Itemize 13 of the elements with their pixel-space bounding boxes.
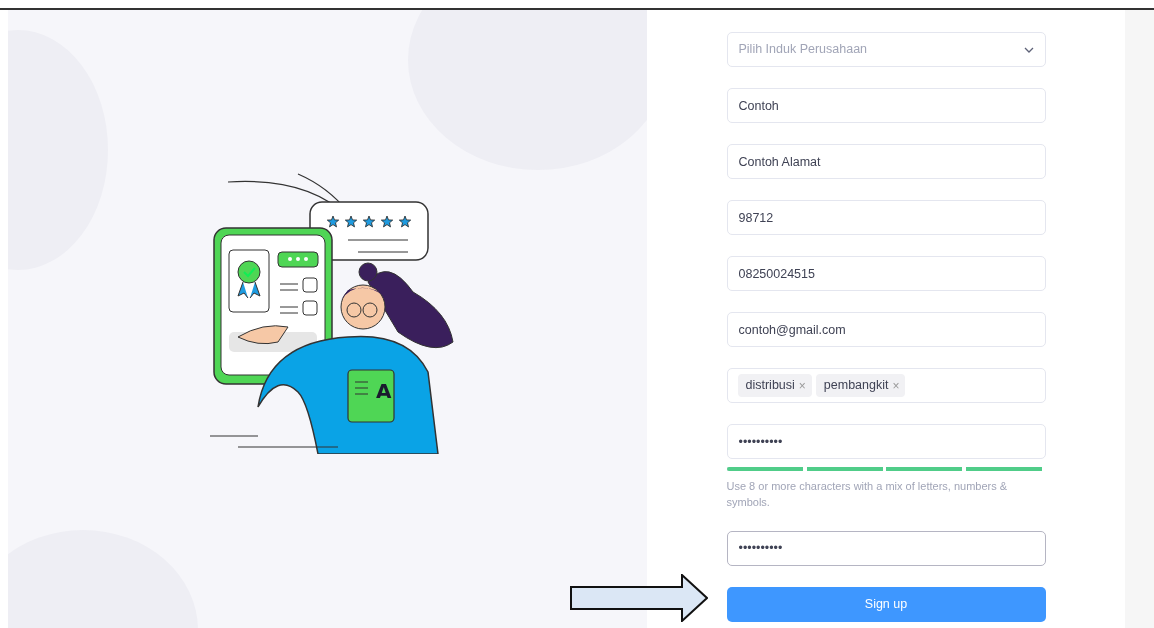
tag-chip: pembangkit × — [815, 374, 906, 397]
input-field[interactable]: Contoh Alamat — [726, 144, 1046, 179]
input-field[interactable]: 08250024515 — [726, 256, 1046, 291]
input-field[interactable]: Contoh — [726, 88, 1046, 123]
woman-illustration-drawing: A — [197, 172, 458, 454]
input-field[interactable]: 98712 — [726, 200, 1046, 235]
password-field[interactable]: •••••••••• — [726, 530, 1046, 566]
tag-chip: distribusi × — [737, 374, 812, 397]
password-hint: Use 8 or more characters with a mix of letters, numbers & symbols. — [726, 479, 1009, 510]
arrow-icon — [570, 574, 708, 622]
input-field[interactable]: contoh@gmail.com — [726, 312, 1046, 347]
chevron-down-icon — [1023, 46, 1034, 53]
password-field[interactable]: •••••••••• — [726, 424, 1046, 459]
